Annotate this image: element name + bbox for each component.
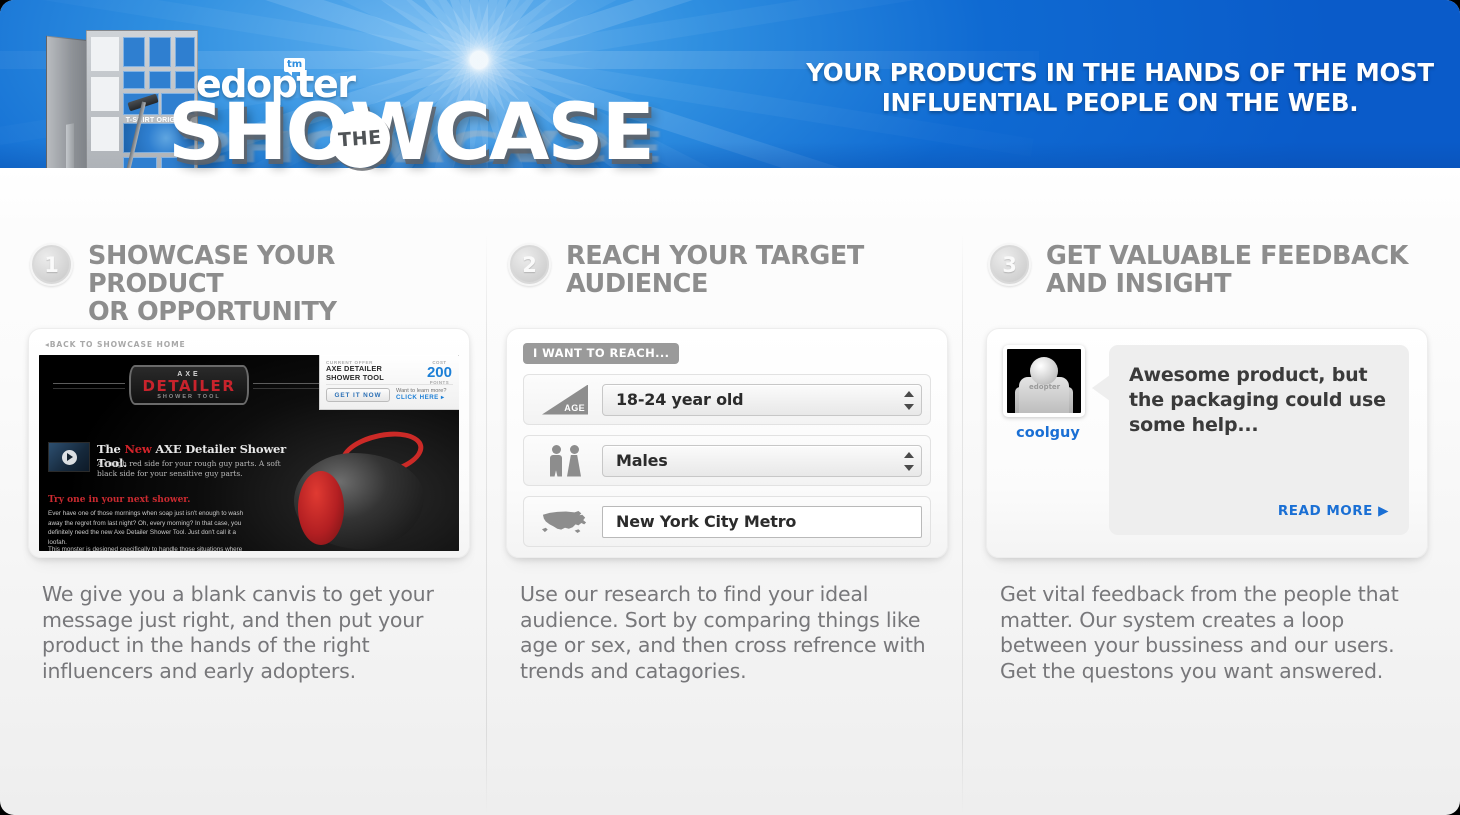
axe-logo-wing-right bbox=[253, 383, 325, 384]
showcase-preview-card[interactable]: ◂BACK TO SHOWCASE HOME AXE DETAILER SHOW… bbox=[28, 328, 470, 558]
click-here-link[interactable]: CLICK HERE ▸ bbox=[396, 394, 446, 401]
axe-logo-main-text: DETAILER bbox=[142, 376, 236, 395]
showcase-page: T-SHIRT ORIGINAL T-SHIRT ORIGINAL edopte… bbox=[0, 0, 1460, 815]
play-icon[interactable] bbox=[61, 449, 77, 465]
get-it-now-button[interactable]: GET IT NOW bbox=[326, 388, 390, 402]
offer-separator bbox=[326, 384, 453, 385]
targeting-row-age[interactable]: AGE 18-24 year old bbox=[523, 374, 931, 425]
banner-bottom-fade bbox=[0, 142, 1460, 168]
learn-more-block: Want to learn more? CLICK HERE ▸ bbox=[396, 388, 446, 401]
step-2-number-badge: 2 bbox=[508, 243, 551, 286]
female-figure-icon bbox=[567, 444, 581, 477]
avatar-shirt-text: edopter bbox=[1029, 383, 1061, 391]
us-map-icon bbox=[534, 505, 596, 539]
gender-select[interactable]: Males bbox=[602, 444, 922, 477]
step-1-number-badge: 1 bbox=[30, 243, 73, 286]
username-link[interactable]: coolguy bbox=[1003, 425, 1093, 441]
feedback-speech-bubble: Awesome product, but the packaging could… bbox=[1092, 345, 1409, 535]
gender-icon bbox=[534, 444, 596, 478]
ad-paragraph-2: This monster is designed specifically to… bbox=[48, 546, 243, 551]
chevron-down-icon[interactable] bbox=[903, 404, 914, 410]
targeting-row-location[interactable]: New York City Metro bbox=[523, 496, 931, 547]
step-3-number-badge: 3 bbox=[988, 243, 1031, 286]
step-1-title: SHOWCASE YOUR PRODUCT OR OPPORTUNITY bbox=[88, 241, 337, 327]
step-3-title: GET VALUABLE FEEDBACK AND INSIGHT bbox=[1046, 241, 1409, 299]
step-1-header: 1 SHOWCASE YOUR PRODUCT OR OPPORTUNITY bbox=[14, 230, 484, 326]
product-ad-preview[interactable]: AXE DETAILER SHOWER TOOL CURRENT OFFER A… bbox=[39, 355, 459, 551]
product-red-side bbox=[298, 471, 344, 545]
product-box-label-1: T-SHIRT ORIGINAL bbox=[125, 117, 193, 124]
step-3-copy: Get vital feedback from the people that … bbox=[1000, 582, 1399, 683]
step-3-number: 3 bbox=[1002, 252, 1017, 277]
age-select-value: 18-24 year old bbox=[616, 390, 744, 409]
read-more-link[interactable]: READ MORE ▶ bbox=[1278, 503, 1389, 519]
ad-try-line: Try one in your next shower. bbox=[48, 495, 191, 505]
location-input[interactable]: New York City Metro bbox=[602, 505, 922, 538]
age-stepper-icon[interactable] bbox=[901, 388, 916, 414]
page-header-banner: T-SHIRT ORIGINAL T-SHIRT ORIGINAL bbox=[0, 0, 1460, 168]
ad-paragraph-1: Ever have one of those mornings when soa… bbox=[48, 510, 244, 546]
us-map-shape bbox=[541, 510, 587, 533]
male-figure-icon bbox=[549, 444, 563, 477]
ad-headline-new: New bbox=[124, 442, 152, 456]
avatar[interactable]: edopter bbox=[1003, 345, 1085, 417]
step-1-number: 1 bbox=[44, 252, 59, 277]
column-step-3: 3 GET VALUABLE FEEDBACK AND INSIGHT edop… bbox=[972, 230, 1442, 815]
step-2-number: 2 bbox=[522, 252, 537, 277]
chevron-down-icon[interactable] bbox=[903, 465, 914, 471]
step-2-copy: Use our research to find your ideal audi… bbox=[520, 582, 926, 683]
axe-logo-sub-text: SHOWER TOOL bbox=[157, 393, 221, 400]
axe-logo-wing-left bbox=[53, 383, 125, 384]
chevron-up-icon[interactable] bbox=[903, 391, 914, 397]
age-select[interactable]: 18-24 year old bbox=[602, 383, 922, 416]
reflection-shelf bbox=[0, 168, 1460, 230]
product-box-edge bbox=[66, 123, 74, 168]
i-want-to-reach-label: I WANT TO REACH... bbox=[523, 343, 680, 364]
offer-cost-block: COST 200 POINTS bbox=[427, 360, 452, 385]
column-step-1: 1 SHOWCASE YOUR PRODUCT OR OPPORTUNITY ◂… bbox=[14, 230, 484, 815]
column-step-2: 2 REACH YOUR TARGET AUDIENCE I WANT TO R… bbox=[492, 230, 962, 815]
age-icon: AGE bbox=[534, 383, 596, 417]
avatar-head bbox=[1030, 357, 1058, 385]
current-offer-panel: CURRENT OFFER AXE DETAILER SHOWER TOOL C… bbox=[319, 355, 459, 410]
step-3-header: 3 GET VALUABLE FEEDBACK AND INSIGHT bbox=[972, 230, 1442, 306]
product-box-art: T-SHIRT ORIGINAL T-SHIRT ORIGINAL bbox=[46, 30, 201, 168]
axe-logo-wing-right-2 bbox=[253, 388, 325, 389]
gender-select-value: Males bbox=[616, 451, 668, 470]
cost-value: 200 bbox=[426, 364, 452, 381]
location-value: New York City Metro bbox=[616, 512, 797, 531]
targeting-panel-card[interactable]: I WANT TO REACH... AGE 18-24 year old Ma… bbox=[506, 328, 948, 558]
feedback-row: edopter coolguy Awesome product, but the… bbox=[1003, 345, 1409, 535]
column-divider-1 bbox=[486, 230, 487, 815]
column-divider-2 bbox=[962, 230, 963, 815]
feedback-card[interactable]: edopter coolguy Awesome product, but the… bbox=[986, 328, 1428, 558]
feedback-quote: Awesome product, but the packaging could… bbox=[1129, 364, 1386, 436]
step-2-title: REACH YOUR TARGET AUDIENCE bbox=[566, 241, 864, 299]
ad-subhead: A rough red side for your rough guy part… bbox=[97, 459, 281, 478]
chevron-up-icon[interactable] bbox=[903, 452, 914, 458]
gender-stepper-icon[interactable] bbox=[901, 449, 916, 475]
step-2-header: 2 REACH YOUR TARGET AUDIENCE bbox=[492, 230, 962, 306]
axe-logo-wing-left-2 bbox=[53, 388, 125, 389]
back-to-showcase-home-link[interactable]: ◂BACK TO SHOWCASE HOME bbox=[39, 338, 459, 355]
step-1-copy: We give you a blank canvis to get your m… bbox=[42, 582, 434, 683]
three-step-columns: 1 SHOWCASE YOUR PRODUCT OR OPPORTUNITY ◂… bbox=[0, 230, 1460, 815]
axe-detailer-logo: AXE DETAILER SHOWER TOOL bbox=[129, 365, 249, 405]
age-icon-label: AGE bbox=[564, 402, 585, 413]
targeting-row-gender[interactable]: Males bbox=[523, 435, 931, 486]
ad-headline-a: The bbox=[97, 442, 125, 456]
video-thumbnail[interactable] bbox=[48, 442, 90, 472]
